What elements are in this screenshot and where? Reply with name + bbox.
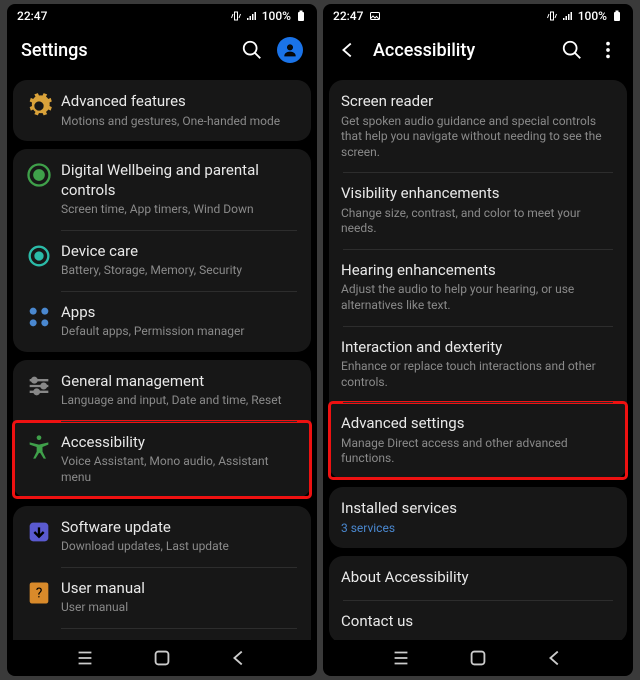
signal-icon <box>562 10 574 22</box>
item-label: Visibility enhancements <box>341 184 611 204</box>
search-icon[interactable] <box>241 39 263 61</box>
status-time: 22:47 <box>17 9 47 23</box>
item-advanced-settings[interactable]: Advanced settings Manage Direct access a… <box>329 402 627 479</box>
nav-home[interactable] <box>467 647 489 669</box>
accessibility-list: Screen reader Get spoken audio guidance … <box>323 72 633 640</box>
status-time: 22:47 <box>333 9 363 23</box>
page-title: Settings <box>21 40 227 61</box>
settings-item-software-update[interactable]: Software update Download updates, Last u… <box>13 506 311 567</box>
item-label: Screen reader <box>341 92 611 112</box>
page-title: Accessibility <box>373 40 547 61</box>
item-label: About Accessibility <box>341 568 611 588</box>
item-sub: Get spoken audio guidance and special co… <box>341 114 611 161</box>
battery-icon <box>295 10 307 22</box>
svg-text:?: ? <box>36 585 43 601</box>
settings-item-device-care[interactable]: Device care Battery, Storage, Memory, Se… <box>13 230 311 291</box>
item-label: Software update <box>61 518 295 538</box>
phone-settings: 22:47 100% Settings Advanced features Mo… <box>7 4 317 676</box>
item-label: General management <box>61 372 295 392</box>
phone-accessibility: 22:47 100% Accessibility Screen reader G… <box>323 4 633 676</box>
nav-bar <box>323 640 633 676</box>
item-sub: 3 services <box>341 521 611 537</box>
item-label: Contact us <box>341 612 611 632</box>
search-icon[interactable] <box>561 39 583 61</box>
status-bar: 22:47 100% <box>7 4 317 28</box>
item-sub: Default apps, Permission manager <box>61 324 295 340</box>
header: Settings <box>7 28 317 72</box>
item-sub: Language and input, Date and time, Reset <box>61 393 295 409</box>
device-care-icon <box>25 242 53 270</box>
settings-group: Advanced features Motions and gestures, … <box>13 80 311 141</box>
sliders-icon <box>25 372 53 400</box>
item-label: Hearing enhancements <box>341 261 611 281</box>
item-label: Interaction and dexterity <box>341 338 611 358</box>
item-sub: Motions and gestures, One-handed mode <box>61 114 295 130</box>
settings-group: General management Language and input, D… <box>13 360 311 498</box>
nav-bar <box>7 640 317 676</box>
profile-avatar[interactable] <box>277 37 303 63</box>
settings-item-wellbeing[interactable]: Digital Wellbeing and parental controls … <box>13 149 311 230</box>
gear-icon <box>25 92 53 120</box>
item-visibility-enhancements[interactable]: Visibility enhancements Change size, con… <box>329 172 627 249</box>
settings-item-general-management[interactable]: General management Language and input, D… <box>13 360 311 421</box>
item-about-accessibility[interactable]: About Accessibility <box>329 556 627 600</box>
settings-item-advanced-features[interactable]: Advanced features Motions and gestures, … <box>13 80 311 141</box>
item-sub: Voice Assistant, Mono audio, Assistant m… <box>61 454 295 485</box>
item-contact-us[interactable]: Contact us <box>329 600 627 640</box>
item-sub: User manual <box>61 600 295 616</box>
nav-recents[interactable] <box>390 647 412 669</box>
settings-group: Screen reader Get spoken audio guidance … <box>329 80 627 479</box>
settings-item-about-phone[interactable]: About phone Status, Legal information, P… <box>13 628 311 640</box>
item-hearing-enhancements[interactable]: Hearing enhancements Adjust the audio to… <box>329 249 627 326</box>
update-icon <box>25 518 53 546</box>
item-sub: Manage Direct access and other advanced … <box>341 436 611 467</box>
settings-item-accessibility[interactable]: Accessibility Voice Assistant, Mono audi… <box>13 421 311 498</box>
item-interaction-dexterity[interactable]: Interaction and dexterity Enhance or rep… <box>329 326 627 403</box>
more-icon[interactable] <box>597 39 619 61</box>
settings-group: Software update Download updates, Last u… <box>13 506 311 640</box>
nav-back[interactable] <box>228 647 250 669</box>
signal-icon <box>246 10 258 22</box>
item-sub: Change size, contrast, and color to meet… <box>341 206 611 237</box>
nav-recents[interactable] <box>74 647 96 669</box>
nav-back[interactable] <box>544 647 566 669</box>
vibrate-icon <box>230 10 242 22</box>
item-sub: Battery, Storage, Memory, Security <box>61 263 295 279</box>
manual-icon: ? <box>25 579 53 607</box>
item-label: Advanced settings <box>341 414 611 434</box>
item-sub: Screen time, App timers, Wind Down <box>61 202 295 218</box>
item-installed-services[interactable]: Installed services 3 services <box>329 487 627 548</box>
status-bar: 22:47 100% <box>323 4 633 28</box>
item-label: Device care <box>61 242 295 262</box>
item-label: Digital Wellbeing and parental controls <box>61 161 295 200</box>
settings-group: Digital Wellbeing and parental controls … <box>13 149 311 352</box>
item-sub: Download updates, Last update <box>61 539 295 555</box>
settings-group: About Accessibility Contact us <box>329 556 627 640</box>
settings-item-apps[interactable]: Apps Default apps, Permission manager <box>13 291 311 352</box>
settings-group: Installed services 3 services <box>329 487 627 548</box>
back-icon[interactable] <box>337 39 359 61</box>
image-icon <box>369 10 381 22</box>
wellbeing-icon <box>25 161 53 189</box>
battery-percent: 100% <box>578 9 607 23</box>
battery-icon <box>611 10 623 22</box>
battery-percent: 100% <box>262 9 291 23</box>
item-label: Installed services <box>341 499 611 519</box>
item-label: Advanced features <box>61 92 295 112</box>
item-sub: Enhance or replace touch interactions an… <box>341 359 611 390</box>
vibrate-icon <box>546 10 558 22</box>
apps-icon <box>25 303 53 331</box>
item-screen-reader[interactable]: Screen reader Get spoken audio guidance … <box>329 80 627 172</box>
nav-home[interactable] <box>151 647 173 669</box>
settings-item-user-manual[interactable]: ? User manual User manual <box>13 567 311 628</box>
item-label: Apps <box>61 303 295 323</box>
item-label: User manual <box>61 579 295 599</box>
item-label: Accessibility <box>61 433 295 453</box>
settings-list: Advanced features Motions and gestures, … <box>7 72 317 640</box>
accessibility-icon <box>25 433 53 461</box>
item-sub: Adjust the audio to help your hearing, o… <box>341 282 611 313</box>
header: Accessibility <box>323 28 633 72</box>
